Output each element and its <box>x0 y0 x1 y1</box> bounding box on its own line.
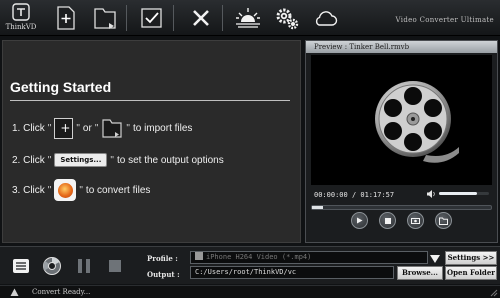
stop-icon <box>109 260 121 272</box>
preview-header: Preview : Tinker Bell.rmvb <box>306 41 497 53</box>
status-icon <box>10 288 19 296</box>
play-button[interactable] <box>351 212 368 229</box>
time-readout: 00:00:00 / 01:17:57 <box>314 191 394 199</box>
folder-icon <box>439 217 448 225</box>
close-icon <box>193 10 209 26</box>
snapshot-button[interactable] <box>407 212 424 229</box>
profile-select[interactable]: iPhone H264 Video (*.mp4) <box>190 251 428 264</box>
step-2-prefix: 2. Click <box>12 154 45 166</box>
toolbar-divider <box>126 5 127 31</box>
output-label: Output : <box>147 270 180 279</box>
getting-started-panel: Getting Started 1. Click " " or " " to i… <box>2 40 301 243</box>
folder-icon <box>94 8 116 29</box>
select-all-button[interactable] <box>137 3 167 33</box>
stop-button[interactable] <box>379 212 396 229</box>
profile-dropdown-button[interactable] <box>429 253 441 265</box>
pause-icon <box>78 259 90 273</box>
status-bar: Convert Ready... <box>0 285 500 298</box>
add-file-icon <box>57 6 75 30</box>
folder-icon[interactable] <box>101 117 123 139</box>
profile-label: Profile : <box>147 254 178 263</box>
convert-icon[interactable] <box>54 179 77 201</box>
logo-text: ThinkVD <box>5 23 37 31</box>
settings-button[interactable]: Settings >> <box>445 251 497 265</box>
play-icon <box>357 217 363 224</box>
quote: " <box>47 184 52 196</box>
output-path-field[interactable]: C:/Users/root/ThinkVD/vc <box>190 266 394 279</box>
step-3-suffix: to convert files <box>85 184 151 196</box>
quote: " <box>79 184 83 196</box>
resize-grip-icon[interactable] <box>490 289 498 297</box>
step-1: 1. Click " " or " " to import files <box>12 117 192 139</box>
step-1-suffix: to import files <box>132 122 193 134</box>
toolbar-divider <box>222 5 223 31</box>
step-2-suffix: to set the output options <box>116 154 224 166</box>
cloud-icon <box>315 11 338 26</box>
add-folder-button[interactable] <box>90 3 120 33</box>
logo-icon <box>12 3 30 21</box>
add-file-button[interactable] <box>51 3 81 33</box>
chevron-down-icon <box>430 255 440 263</box>
total-time: 01:17:57 <box>360 191 395 199</box>
preview-panel: Preview : Tinker Bell.rmvb 00:00:00 / 01… <box>305 40 498 243</box>
quote: " <box>47 154 52 166</box>
pause-button[interactable] <box>73 255 95 277</box>
settings-button[interactable] <box>272 3 302 33</box>
toolbar-divider <box>173 5 174 31</box>
stop-icon <box>384 217 391 224</box>
app-logo: ThinkVD <box>2 2 40 34</box>
convert-icon <box>43 257 61 275</box>
step-2: 2. Click " Settings... " to set the outp… <box>12 153 224 167</box>
app-title: Video Converter Ultimate <box>395 16 494 24</box>
options-button[interactable] <box>233 3 263 33</box>
toolbar: ThinkVD Video Converter Ultimate <box>0 0 500 36</box>
quote: " <box>126 122 130 134</box>
film-reel-icon <box>375 81 459 163</box>
quote: " <box>47 122 52 134</box>
step-3-prefix: 3. Click <box>12 184 45 196</box>
profile-value: iPhone H264 Video (*.mp4) <box>206 253 312 261</box>
remove-button[interactable] <box>186 3 216 33</box>
volume-slider[interactable] <box>439 192 489 195</box>
add-file-icon[interactable] <box>54 117 74 139</box>
convert-button[interactable] <box>41 255 63 277</box>
step-1-or: or <box>82 122 92 134</box>
getting-started-title: Getting Started <box>10 79 112 95</box>
cloud-button[interactable] <box>310 3 340 33</box>
volume-level <box>439 192 477 195</box>
open-folder-button[interactable]: Open Folder <box>445 266 497 280</box>
video-area[interactable] <box>311 55 492 185</box>
format-icon <box>195 252 203 260</box>
checkbox-icon <box>141 8 162 28</box>
browse-button[interactable]: Browse... <box>397 266 443 280</box>
current-time: 00:00:00 <box>314 191 348 199</box>
seek-progress <box>312 206 323 209</box>
step-3: 3. Click " " to convert files <box>12 179 150 201</box>
gears-icon <box>276 8 299 30</box>
quote: " <box>94 122 99 134</box>
status-text: Convert Ready... <box>32 288 91 296</box>
stop-button[interactable] <box>104 255 126 277</box>
list-icon <box>13 259 29 273</box>
settings-chip-button[interactable]: Settings... <box>54 153 108 167</box>
task-list-button[interactable] <box>10 255 32 277</box>
camera-icon <box>411 218 420 224</box>
quote: " <box>110 154 114 166</box>
step-1-prefix: 1. Click <box>12 122 45 134</box>
seek-bar[interactable] <box>311 205 492 210</box>
sunrise-icon <box>236 8 260 28</box>
quote: " <box>76 122 80 134</box>
volume-icon[interactable] <box>426 189 436 199</box>
open-snapshot-folder-button[interactable] <box>435 212 452 229</box>
divider <box>10 100 290 101</box>
